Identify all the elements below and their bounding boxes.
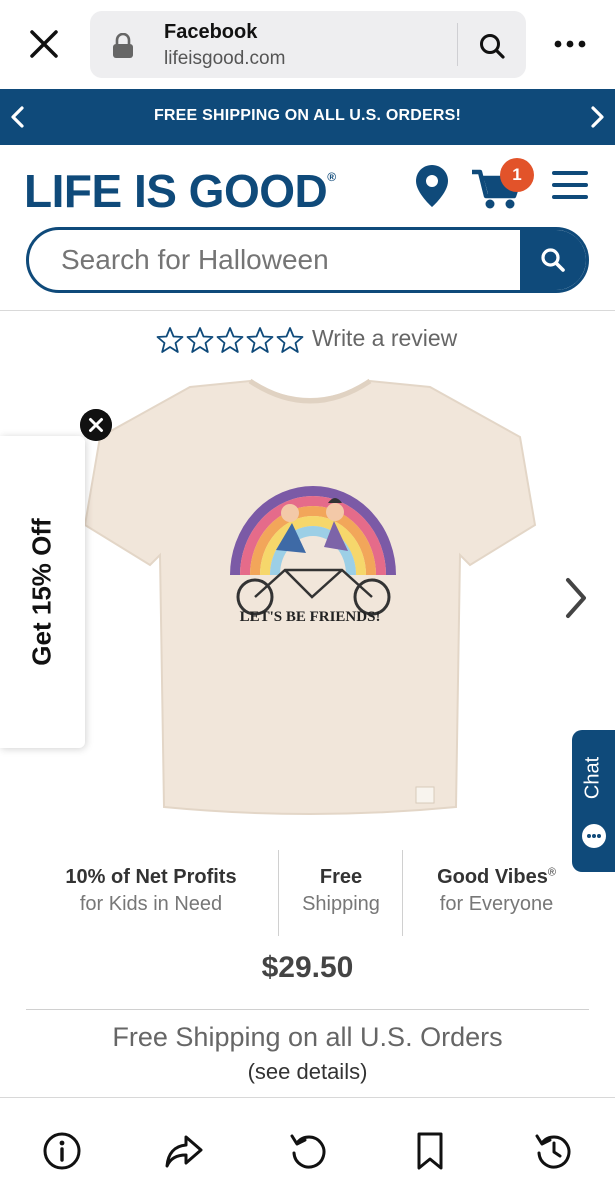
write-review-link[interactable]: Write a review <box>312 325 457 352</box>
rating-stars[interactable] <box>156 326 304 354</box>
value-prop-divider <box>278 850 279 936</box>
site-search <box>26 227 589 293</box>
value-props: 10% of Net Profits for Kids in Need Free… <box>26 848 589 936</box>
value-prop-sub: for Kids in Need <box>79 893 223 915</box>
star-icon <box>216 327 244 353</box>
promo-banner: FREE SHIPPING ON ALL U.S. ORDERS! <box>0 89 615 145</box>
value-prop-title: 10% of Net Profits <box>65 866 237 888</box>
logo-text: LIFE IS GOOD <box>24 165 328 217</box>
discount-side-tab[interactable]: Get 15% Off <box>0 436 85 748</box>
value-prop-shipping: Free Shipping <box>280 866 402 916</box>
product-price: $29.50 <box>261 951 354 984</box>
site-search-button[interactable] <box>520 230 586 290</box>
search-icon <box>541 248 565 272</box>
value-prop-title: Free <box>319 866 363 888</box>
shipping-details-link[interactable]: (see details) <box>0 1059 615 1085</box>
close-icon[interactable] <box>80 409 112 441</box>
info-icon[interactable] <box>42 1131 82 1171</box>
star-icon <box>246 327 274 353</box>
chevron-right-icon[interactable] <box>585 103 609 131</box>
reload-icon[interactable] <box>288 1131 328 1171</box>
url-divider <box>457 23 458 66</box>
shipping-note: Free Shipping on all U.S. Orders <box>112 1022 503 1052</box>
product-image[interactable]: LET'S BE FRIENDS! <box>80 375 540 825</box>
page-source-title: Facebook <box>164 21 258 43</box>
promo-text: FREE SHIPPING ON ALL U.S. ORDERS! <box>153 107 462 124</box>
bookmark-icon[interactable] <box>410 1131 450 1171</box>
star-icon <box>276 327 304 353</box>
site-logo[interactable]: LIFE IS GOOD® <box>24 164 336 218</box>
search-icon[interactable] <box>478 32 506 60</box>
logo-registered-mark: ® <box>327 170 336 184</box>
header-divider <box>0 310 615 311</box>
location-pin-icon[interactable] <box>413 163 451 209</box>
hamburger-menu-icon[interactable] <box>550 168 590 202</box>
value-prop-title: Good Vibes® <box>404 866 589 889</box>
value-prop-profits: 10% of Net Profits for Kids in Need <box>26 866 276 916</box>
discount-tab-label: Get 15% Off <box>26 518 57 666</box>
site-search-input[interactable] <box>29 230 523 290</box>
value-prop-good-vibes: Good Vibes® for Everyone <box>404 866 589 916</box>
share-icon[interactable] <box>164 1131 204 1171</box>
browser-bar: Facebook lifeisgood.com <box>0 0 615 88</box>
chevron-right-icon[interactable] <box>562 576 590 620</box>
more-options-icon[interactable] <box>552 32 588 56</box>
cart-count-badge: 1 <box>500 158 534 192</box>
lock-icon <box>113 33 133 58</box>
browser-toolbar <box>0 1097 615 1200</box>
history-icon[interactable] <box>533 1131 573 1171</box>
chat-bubble-icon <box>582 824 606 848</box>
price-divider <box>26 1009 589 1010</box>
value-prop-divider <box>402 850 403 936</box>
close-icon[interactable] <box>26 26 62 62</box>
value-prop-sub: for Everyone <box>439 893 554 915</box>
star-icon <box>186 327 214 353</box>
chat-label: Chat <box>581 756 604 800</box>
url-bar[interactable]: Facebook lifeisgood.com <box>90 11 526 78</box>
value-prop-title-text: Good Vibes <box>437 866 548 888</box>
star-icon <box>156 327 184 353</box>
page-domain: lifeisgood.com <box>164 48 286 69</box>
value-prop-sub: Shipping <box>302 893 380 915</box>
registered-mark: ® <box>547 866 556 879</box>
shirt-graphic-text: LET'S BE FRIENDS! <box>240 609 381 625</box>
